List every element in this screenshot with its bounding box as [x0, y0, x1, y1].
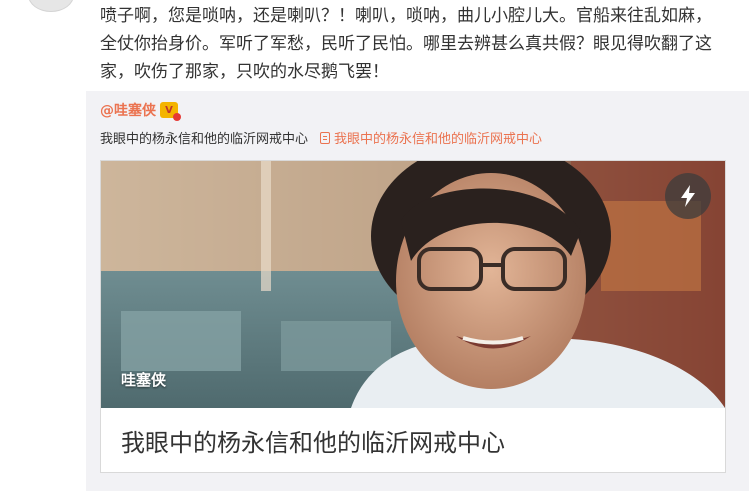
repost-author-row: @哇塞侠 V	[100, 100, 181, 121]
repost-author-link[interactable]: @哇塞侠	[100, 100, 156, 120]
avatar[interactable]	[28, 0, 74, 12]
image-watermark: 哇塞侠	[121, 371, 167, 389]
article-card-title[interactable]: 我眼中的杨永信和他的临沂网戒中心	[121, 423, 505, 458]
repost-web-link-label: 我眼中的杨永信和他的临沂网戒中心	[334, 132, 543, 147]
vip-badge-icon[interactable]: V	[160, 102, 181, 121]
video-thumbnail	[101, 161, 725, 408]
web-link-icon	[320, 131, 331, 144]
play-button[interactable]	[665, 173, 711, 219]
post-text: 喷子啊，您是唢呐，还是喇叭？！喇叭，唢呐，曲儿小腔儿大。官船来往乱如麻，全仗你抬…	[100, 6, 712, 82]
repost-body-text: 我眼中的杨永信和他的临沂网戒中心	[100, 132, 309, 147]
repost-body: 我眼中的杨永信和他的临沂网戒中心 我眼中的杨永信和他的临沂网戒中心	[100, 128, 542, 147]
lightning-play-icon	[681, 185, 695, 207]
repost-web-link[interactable]: 我眼中的杨永信和他的临沂网戒中心	[320, 128, 542, 147]
article-card-image[interactable]: 哇塞侠	[101, 161, 725, 408]
repost-container: @哇塞侠 V 我眼中的杨永信和他的临沂网戒中心 我眼中的杨永信和他的临沂网戒中心	[86, 91, 749, 491]
article-card[interactable]: 哇塞侠 我眼中的杨永信和他的临沂网戒中心	[100, 160, 726, 473]
